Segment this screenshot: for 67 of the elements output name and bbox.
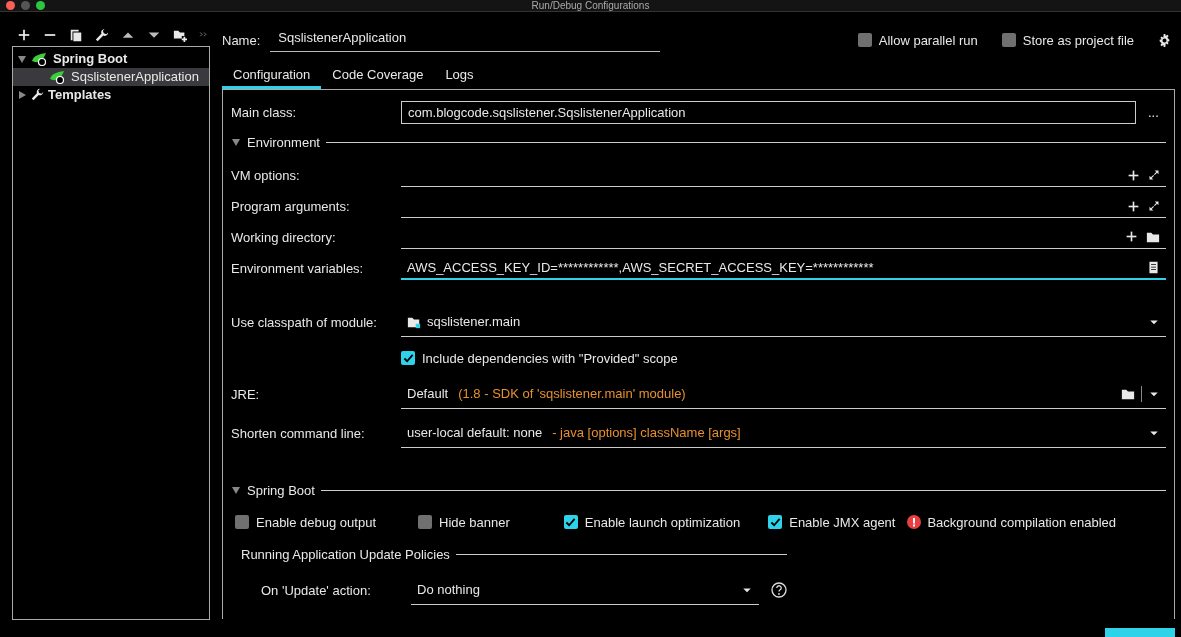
- help-icon[interactable]: [771, 582, 787, 598]
- field-label: Shorten command line:: [231, 425, 366, 441]
- folder-icon[interactable]: [1146, 230, 1160, 244]
- name-field[interactable]: SqslistenerApplication: [270, 28, 661, 52]
- tab[interactable]: Logs: [434, 63, 485, 89]
- section-title: Spring Boot: [247, 482, 315, 498]
- checkbox[interactable]: [857, 33, 872, 47]
- expanded-arrow-icon[interactable]: [231, 485, 241, 495]
- section-title: Environment: [247, 134, 320, 150]
- checkbox[interactable]: [768, 515, 783, 529]
- section-title: Running Application Update Policies: [241, 546, 450, 562]
- checkbox[interactable]: [563, 515, 578, 529]
- add-icon[interactable]: [17, 28, 31, 42]
- field-label: Name:: [222, 32, 261, 48]
- checkbox[interactable]: [418, 515, 432, 529]
- error-icon: [907, 515, 922, 529]
- checkbox-label: Enable launch optimization: [584, 514, 741, 530]
- dropdown[interactable]: Default (1.8 - SDK of 'sqslistener.main' module): [401, 379, 1166, 409]
- expand-icon[interactable]: [1148, 199, 1160, 212]
- zoom-icon[interactable]: [36, 1, 45, 10]
- checkbox-label: Allow parallel run: [878, 32, 978, 48]
- field-label: JRE:: [231, 386, 261, 402]
- add-icon[interactable]: [1125, 230, 1138, 243]
- tree-item[interactable]: Templates: [13, 85, 209, 104]
- new-folder-icon[interactable]: [173, 28, 187, 42]
- main-class-field[interactable]: com.blogcode.sqslistener.SqslistenerApplication: [401, 100, 1136, 124]
- leaf-gear-icon: [31, 51, 49, 66]
- wrench-icon[interactable]: [31, 88, 44, 102]
- tree-item[interactable]: SqslistenerApplication: [13, 67, 209, 86]
- field-label: Working directory:: [231, 230, 337, 245]
- leaf-gear-icon: [49, 69, 67, 84]
- checkbox[interactable]: [401, 351, 415, 365]
- dropdown[interactable]: user-local default: none - java [options] className [args]: [401, 418, 1166, 448]
- add-icon[interactable]: [1127, 199, 1140, 213]
- checkbox-label: Include dependencies with "Provided" scope: [422, 350, 678, 366]
- checkbox-label: Enable debug output: [256, 514, 376, 530]
- checkbox-label: Store as project file: [1022, 32, 1134, 48]
- warning-text: Background compilation enabled: [927, 514, 1117, 530]
- field-label: Environment variables:: [231, 261, 365, 276]
- field-label: Program arguments:: [231, 199, 351, 214]
- field-label: Main class:: [231, 104, 298, 120]
- tab[interactable]: Code Coverage: [321, 63, 435, 89]
- expand-icon[interactable]: [1148, 168, 1160, 181]
- copy-icon[interactable]: [69, 28, 83, 42]
- browse-button[interactable]: ...: [1148, 104, 1159, 120]
- tab[interactable]: Configuration: [222, 63, 322, 89]
- tree-item[interactable]: Spring Boot: [13, 49, 209, 68]
- checkbox-label: Enable JMX agent: [789, 514, 896, 530]
- expanded-arrow-icon[interactable]: [17, 53, 27, 64]
- checkbox[interactable]: [235, 515, 249, 529]
- checkbox[interactable]: [1001, 33, 1016, 47]
- dropdown[interactable]: sqslistener.main: [401, 307, 1166, 337]
- wrench-icon[interactable]: [95, 28, 109, 42]
- field-label: Use classpath of module:: [231, 314, 378, 330]
- text-field[interactable]: AWS_ACCESS_KEY_ID=************,AWS_SECRET_ACCESS_KEY=************: [401, 257, 1166, 280]
- expanded-arrow-icon[interactable]: [231, 137, 241, 147]
- dropdown[interactable]: Do nothing: [411, 575, 759, 605]
- collapsed-arrow-icon[interactable]: [17, 89, 27, 100]
- field-label: VM options:: [231, 168, 301, 183]
- field-label: On 'Update' action:: [261, 582, 372, 598]
- close-icon[interactable]: [6, 1, 15, 10]
- window-title: Run/Debug Configurations: [531, 0, 650, 11]
- gear-icon[interactable]: [1158, 33, 1171, 47]
- checkbox-label: Hide banner: [439, 514, 510, 530]
- document-icon[interactable]: [1147, 261, 1160, 274]
- minimize-icon[interactable]: [21, 1, 30, 10]
- add-icon[interactable]: [1127, 168, 1140, 182]
